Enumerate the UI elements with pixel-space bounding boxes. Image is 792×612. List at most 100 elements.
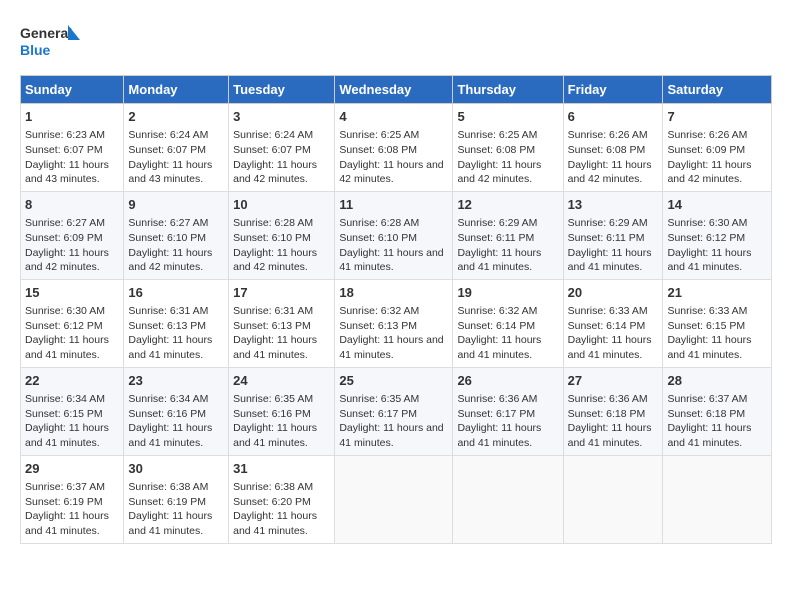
logo-svg: GeneralBlue (20, 20, 80, 65)
day-number: 14 (667, 196, 767, 214)
day-info: Sunrise: 6:23 AMSunset: 6:07 PMDaylight:… (25, 128, 119, 187)
day-cell (453, 455, 563, 543)
day-info: Sunrise: 6:34 AMSunset: 6:16 PMDaylight:… (128, 392, 224, 451)
day-number: 28 (667, 372, 767, 390)
day-cell: 16 Sunrise: 6:31 AMSunset: 6:13 PMDayligh… (124, 279, 229, 367)
week-row-5: 29Sunrise: 6:37 AMSunset: 6:19 PMDayligh… (21, 455, 772, 543)
day-number: 16 (128, 284, 224, 302)
day-number: 5 (457, 108, 558, 126)
day-number: 24 (233, 372, 330, 390)
day-info: Sunrise: 6:28 AMSunset: 6:10 PMDaylight:… (233, 216, 330, 275)
day-number: 25 (339, 372, 448, 390)
day-cell: 21Sunrise: 6:33 AMSunset: 6:15 PMDayligh… (663, 279, 772, 367)
day-cell (563, 455, 663, 543)
day-number: 26 (457, 372, 558, 390)
day-number: 19 (457, 284, 558, 302)
day-number: 2 (128, 108, 224, 126)
day-info: Sunrise: 6:24 AMSunset: 6:07 PMDaylight:… (233, 128, 330, 187)
day-number: 20 (568, 284, 659, 302)
day-info: Sunrise: 6:25 AMSunset: 6:08 PMDaylight:… (339, 128, 448, 187)
day-cell: 3 Sunrise: 6:24 AMSunset: 6:07 PMDaylight… (229, 104, 335, 192)
day-info: Sunrise: 6:36 AMSunset: 6:17 PMDaylight:… (457, 392, 558, 451)
day-cell (335, 455, 453, 543)
day-cell: 12Sunrise: 6:29 AMSunset: 6:11 PMDayligh… (453, 191, 563, 279)
header-row: SundayMondayTuesdayWednesdayThursdayFrid… (21, 76, 772, 104)
day-info: Sunrise: 6:28 AMSunset: 6:10 PMDaylight:… (339, 216, 448, 275)
day-info: Sunrise: 6:36 AMSunset: 6:18 PMDaylight:… (568, 392, 659, 451)
week-row-2: 8 Sunrise: 6:27 AMSunset: 6:09 PMDaylight… (21, 191, 772, 279)
day-number: 18 (339, 284, 448, 302)
day-info: Sunrise: 6:29 AMSunset: 6:11 PMDaylight:… (568, 216, 659, 275)
logo: GeneralBlue (20, 20, 80, 65)
day-cell: 10 Sunrise: 6:28 AMSunset: 6:10 PMDayligh… (229, 191, 335, 279)
day-number: 17 (233, 284, 330, 302)
day-cell: 25Sunrise: 6:35 AMSunset: 6:17 PMDayligh… (335, 367, 453, 455)
day-cell: 13 Sunrise: 6:29 AMSunset: 6:11 PMDayligh… (563, 191, 663, 279)
page-header: GeneralBlue (20, 20, 772, 65)
day-info: Sunrise: 6:38 AMSunset: 6:19 PMDaylight:… (128, 480, 224, 539)
day-cell: 9Sunrise: 6:27 AMSunset: 6:10 PMDaylight… (124, 191, 229, 279)
day-cell: 28 Sunrise: 6:37 AMSunset: 6:18 PMDayligh… (663, 367, 772, 455)
day-cell: 29Sunrise: 6:37 AMSunset: 6:19 PMDayligh… (21, 455, 124, 543)
day-number: 3 (233, 108, 330, 126)
day-number: 21 (667, 284, 767, 302)
day-info: Sunrise: 6:29 AMSunset: 6:11 PMDaylight:… (457, 216, 558, 275)
day-cell: 4 Sunrise: 6:25 AMSunset: 6:08 PMDaylight… (335, 104, 453, 192)
day-info: Sunrise: 6:27 AMSunset: 6:10 PMDaylight:… (128, 216, 224, 275)
day-cell: 15 Sunrise: 6:30 AMSunset: 6:12 PMDayligh… (21, 279, 124, 367)
day-info: Sunrise: 6:30 AMSunset: 6:12 PMDaylight:… (667, 216, 767, 275)
day-cell: 7Sunrise: 6:26 AMSunset: 6:09 PMDaylight… (663, 104, 772, 192)
day-header-sunday: Sunday (21, 76, 124, 104)
day-cell: 5 Sunrise: 6:25 AMSunset: 6:08 PMDaylight… (453, 104, 563, 192)
day-number: 23 (128, 372, 224, 390)
day-header-monday: Monday (124, 76, 229, 104)
day-number: 7 (667, 108, 767, 126)
day-info: Sunrise: 6:32 AMSunset: 6:13 PMDaylight:… (339, 304, 448, 363)
day-info: Sunrise: 6:30 AMSunset: 6:12 PMDaylight:… (25, 304, 119, 363)
day-cell: 31Sunrise: 6:38 AMSunset: 6:20 PMDayligh… (229, 455, 335, 543)
day-info: Sunrise: 6:31 AMSunset: 6:13 PMDaylight:… (128, 304, 224, 363)
day-cell: 22 Sunrise: 6:34 AMSunset: 6:15 PMDayligh… (21, 367, 124, 455)
day-cell: 8 Sunrise: 6:27 AMSunset: 6:09 PMDaylight… (21, 191, 124, 279)
day-cell: 6 Sunrise: 6:26 AMSunset: 6:08 PMDaylight… (563, 104, 663, 192)
week-row-1: 1 Sunrise: 6:23 AMSunset: 6:07 PMDaylight… (21, 104, 772, 192)
week-row-4: 22 Sunrise: 6:34 AMSunset: 6:15 PMDayligh… (21, 367, 772, 455)
day-number: 11 (339, 196, 448, 214)
day-number: 27 (568, 372, 659, 390)
day-cell: 19 Sunrise: 6:32 AMSunset: 6:14 PMDayligh… (453, 279, 563, 367)
day-cell: 24 Sunrise: 6:35 AMSunset: 6:16 PMDayligh… (229, 367, 335, 455)
day-cell: 26 Sunrise: 6:36 AMSunset: 6:17 PMDayligh… (453, 367, 563, 455)
day-info: Sunrise: 6:27 AMSunset: 6:09 PMDaylight:… (25, 216, 119, 275)
day-cell: 20 Sunrise: 6:33 AMSunset: 6:14 PMDayligh… (563, 279, 663, 367)
day-number: 6 (568, 108, 659, 126)
day-cell: 30Sunrise: 6:38 AMSunset: 6:19 PMDayligh… (124, 455, 229, 543)
day-number: 29 (25, 460, 119, 478)
day-info: Sunrise: 6:26 AMSunset: 6:08 PMDaylight:… (568, 128, 659, 187)
day-header-saturday: Saturday (663, 76, 772, 104)
day-cell: 23 Sunrise: 6:34 AMSunset: 6:16 PMDayligh… (124, 367, 229, 455)
svg-text:General: General (20, 25, 72, 41)
day-number: 22 (25, 372, 119, 390)
day-cell: 18 Sunrise: 6:32 AMSunset: 6:13 PMDayligh… (335, 279, 453, 367)
day-header-friday: Friday (563, 76, 663, 104)
day-cell: 27 Sunrise: 6:36 AMSunset: 6:18 PMDayligh… (563, 367, 663, 455)
day-info: Sunrise: 6:35 AMSunset: 6:16 PMDaylight:… (233, 392, 330, 451)
day-cell: 2Sunrise: 6:24 AMSunset: 6:07 PMDaylight… (124, 104, 229, 192)
day-number: 4 (339, 108, 448, 126)
day-info: Sunrise: 6:25 AMSunset: 6:08 PMDaylight:… (457, 128, 558, 187)
day-number: 1 (25, 108, 119, 126)
day-cell: 11 Sunrise: 6:28 AMSunset: 6:10 PMDayligh… (335, 191, 453, 279)
day-number: 15 (25, 284, 119, 302)
day-number: 31 (233, 460, 330, 478)
day-header-thursday: Thursday (453, 76, 563, 104)
day-cell: 1 Sunrise: 6:23 AMSunset: 6:07 PMDaylight… (21, 104, 124, 192)
day-info: Sunrise: 6:32 AMSunset: 6:14 PMDaylight:… (457, 304, 558, 363)
day-info: Sunrise: 6:34 AMSunset: 6:15 PMDaylight:… (25, 392, 119, 451)
day-header-wednesday: Wednesday (335, 76, 453, 104)
day-number: 13 (568, 196, 659, 214)
day-header-tuesday: Tuesday (229, 76, 335, 104)
day-info: Sunrise: 6:37 AMSunset: 6:18 PMDaylight:… (667, 392, 767, 451)
day-number: 8 (25, 196, 119, 214)
day-info: Sunrise: 6:33 AMSunset: 6:14 PMDaylight:… (568, 304, 659, 363)
day-number: 10 (233, 196, 330, 214)
